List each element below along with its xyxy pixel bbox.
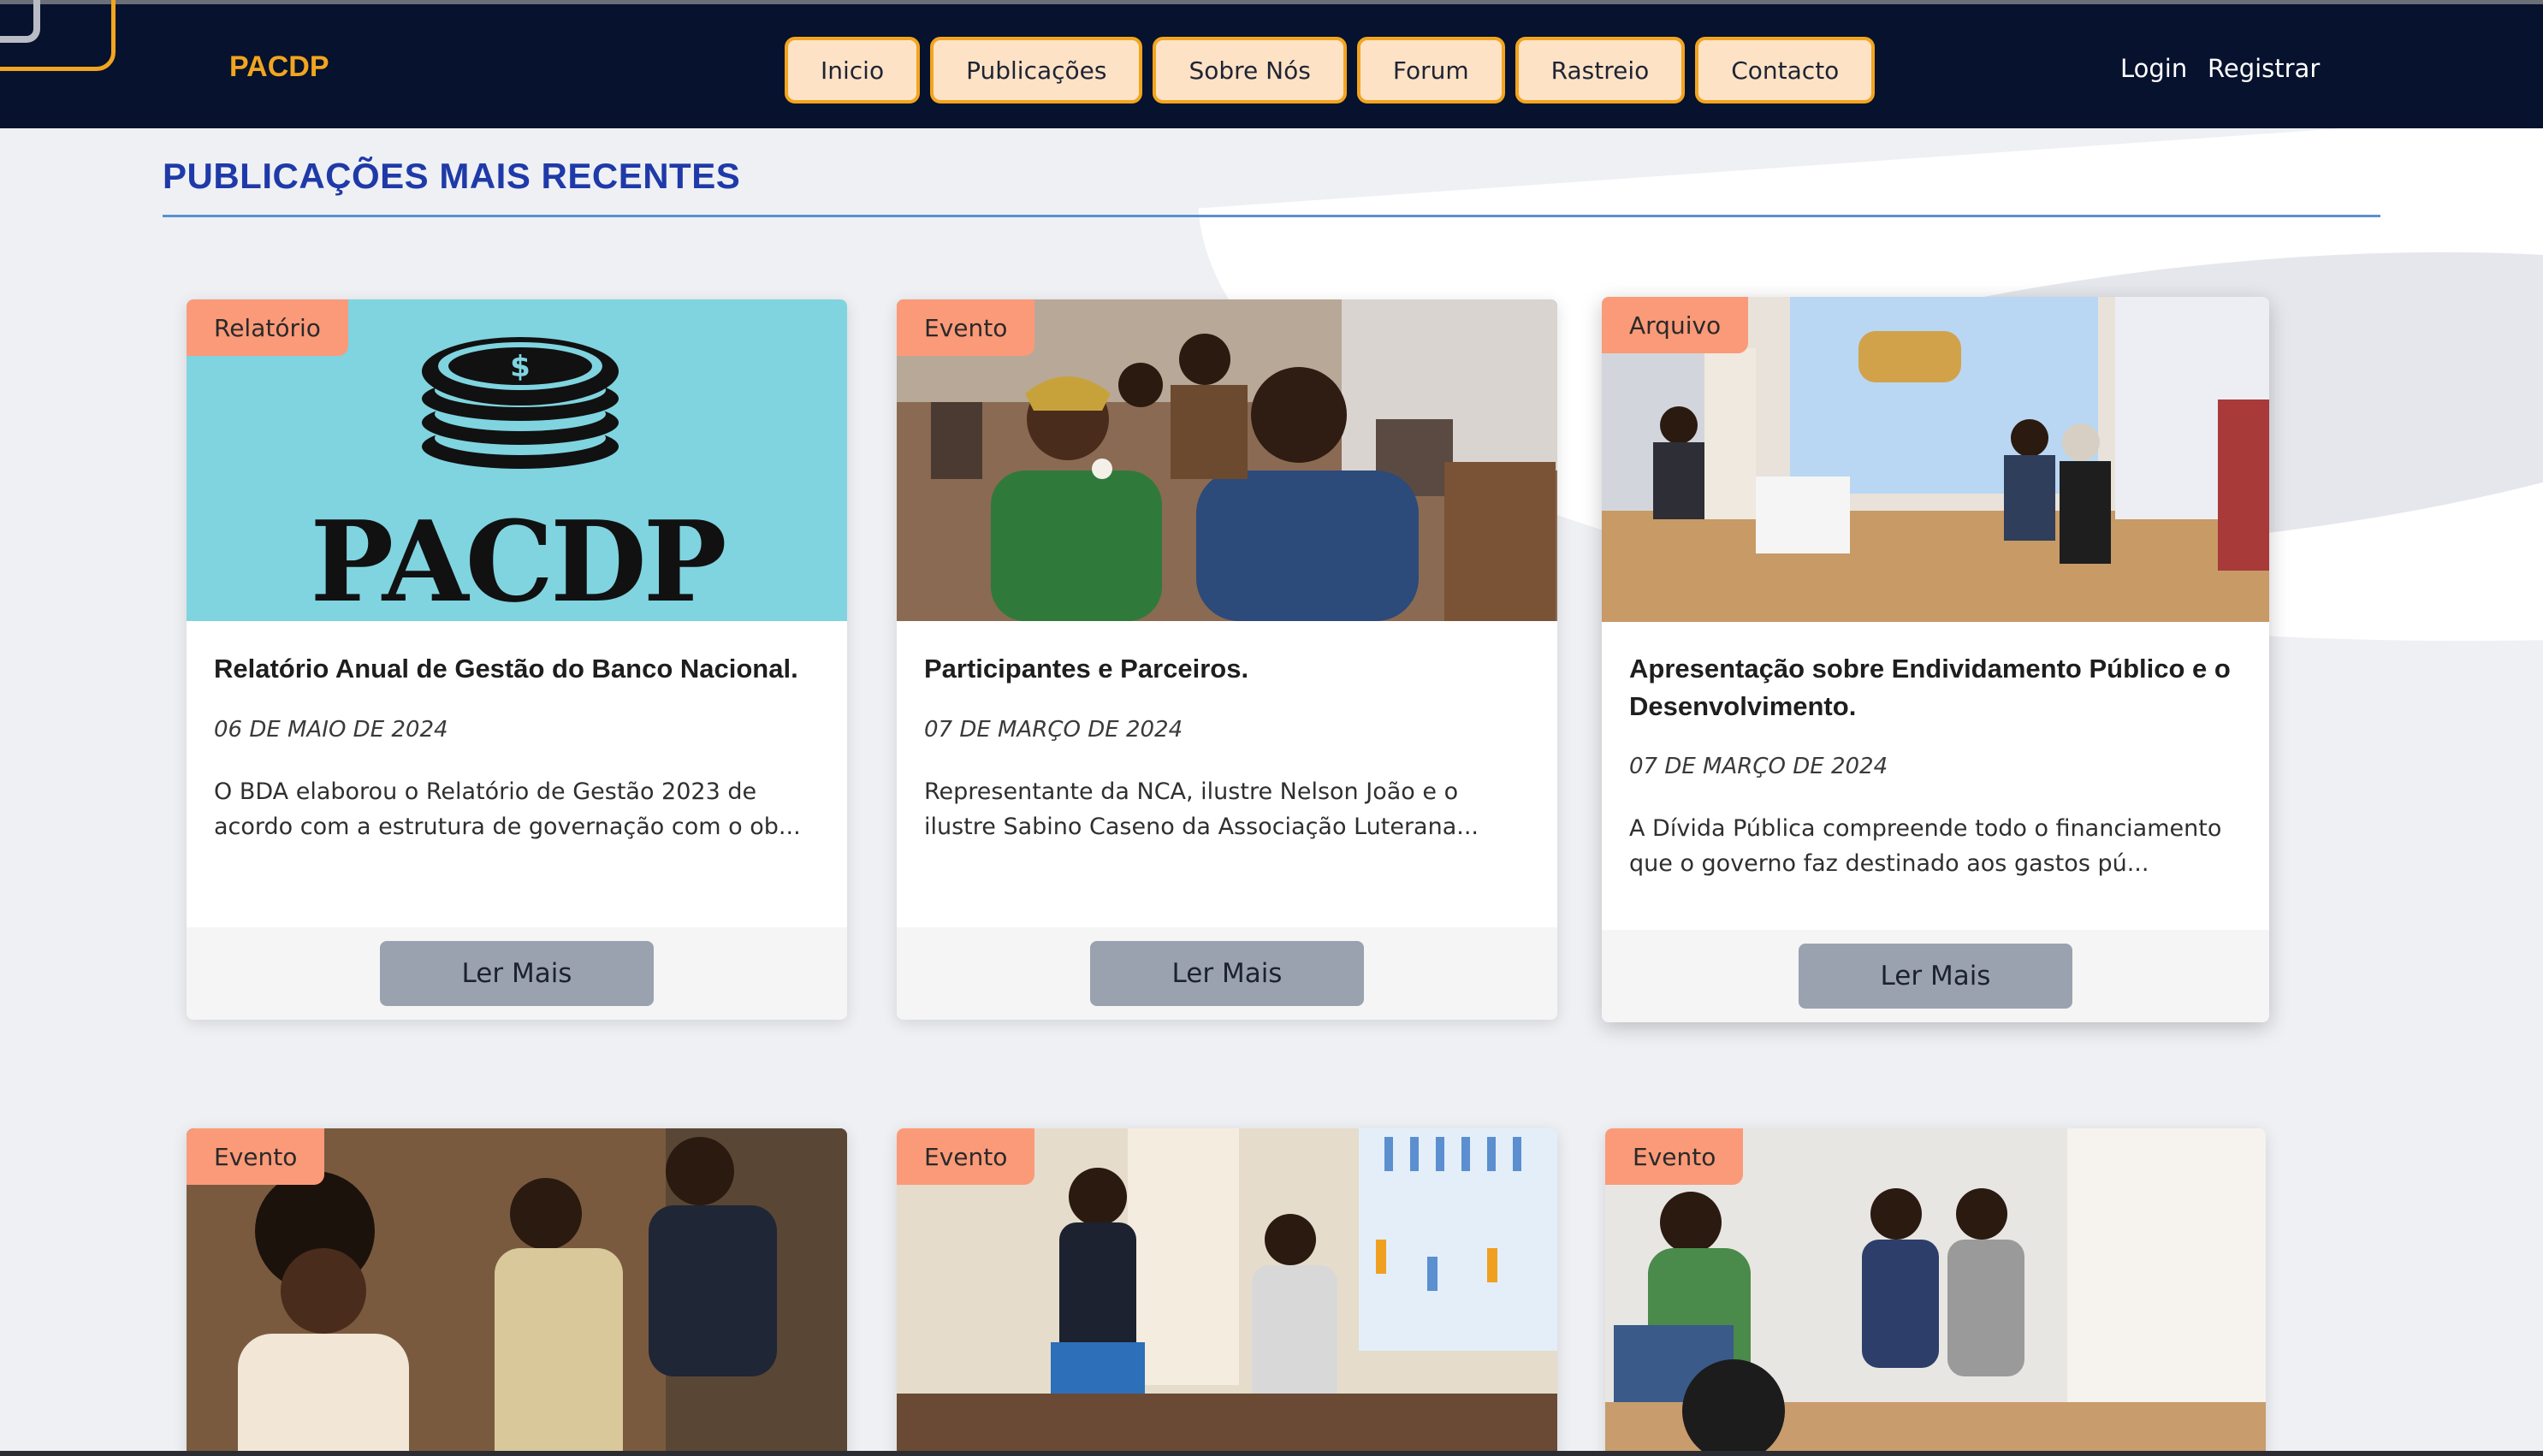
- publication-card: Evento: [1605, 1128, 2266, 1456]
- publication-card: Evento Participantes e Parceiros. 07 DE …: [897, 299, 1557, 1020]
- read-more-button[interactable]: Ler Mais: [1090, 941, 1364, 1006]
- card-title[interactable]: Apresentação sobre Endividamento Público…: [1629, 650, 2242, 725]
- brand-logo[interactable]: PACDP: [229, 50, 329, 84]
- coin-stack-icon: $: [422, 337, 619, 469]
- card-title[interactable]: Relatório Anual de Gestão do Banco Nacio…: [214, 650, 820, 688]
- publication-card: Arquivo Apresentação sobre Endividamento…: [1602, 297, 2269, 1022]
- card-date: 06 DE MAIO DE 2024: [214, 717, 448, 743]
- nav-sobre-nos[interactable]: Sobre Nós: [1153, 37, 1347, 104]
- card-footer: Ler Mais: [897, 927, 1557, 1020]
- nav-inicio[interactable]: Inicio: [785, 37, 921, 104]
- read-more-button[interactable]: Ler Mais: [380, 941, 654, 1006]
- card-excerpt: O BDA elaborou o Relatório de Gestão 202…: [214, 778, 801, 840]
- read-more-button[interactable]: Ler Mais: [1799, 944, 2072, 1009]
- category-badge: Arquivo: [1602, 297, 1749, 353]
- card-title[interactable]: Participantes e Parceiros.: [924, 650, 1530, 688]
- register-link[interactable]: Registrar: [2208, 54, 2320, 83]
- nav-forum[interactable]: Forum: [1356, 37, 1505, 104]
- svg-text:$: $: [510, 350, 531, 384]
- section-title: PUBLICAÇÕES MAIS RECENTES: [163, 156, 741, 196]
- main-nav: Inicio Publicações Sobre Nós Forum Rastr…: [785, 37, 1876, 104]
- category-badge: Relatório: [187, 299, 348, 356]
- publication-card: Evento: [187, 1128, 847, 1456]
- login-link[interactable]: Login: [2120, 54, 2187, 83]
- card-excerpt: Representante da NCA, ilustre Nelson Joã…: [924, 778, 1479, 840]
- card-date: 07 DE MARÇO DE 2024: [924, 717, 1183, 743]
- corner-logo-icon[interactable]: [0, 0, 116, 71]
- top-navbar: PACDP Inicio Publicações Sobre Nós Forum…: [0, 0, 2543, 128]
- category-badge: Evento: [1605, 1128, 1744, 1185]
- card-footer: Ler Mais: [1602, 930, 2269, 1022]
- category-badge: Evento: [187, 1128, 325, 1185]
- card-date: 07 DE MARÇO DE 2024: [1629, 754, 1888, 779]
- publication-card: $ PACDP Relatório Relatório Anual de Ges…: [187, 299, 847, 1020]
- card-footer: Ler Mais: [187, 927, 847, 1020]
- nav-contacto[interactable]: Contacto: [1695, 37, 1876, 104]
- nav-publicacoes[interactable]: Publicações: [930, 37, 1143, 104]
- publication-card: Evento: [897, 1128, 1557, 1456]
- section-divider: [163, 215, 2380, 217]
- nav-rastreio[interactable]: Rastreio: [1515, 37, 1686, 104]
- category-badge: Evento: [897, 1128, 1035, 1185]
- card-image-wordmark: PACDP: [310, 496, 726, 621]
- window-bottom-edge: [0, 1451, 2543, 1456]
- category-badge: Evento: [897, 299, 1035, 356]
- card-excerpt: A Dívida Pública compreende todo o finan…: [1629, 815, 2222, 877]
